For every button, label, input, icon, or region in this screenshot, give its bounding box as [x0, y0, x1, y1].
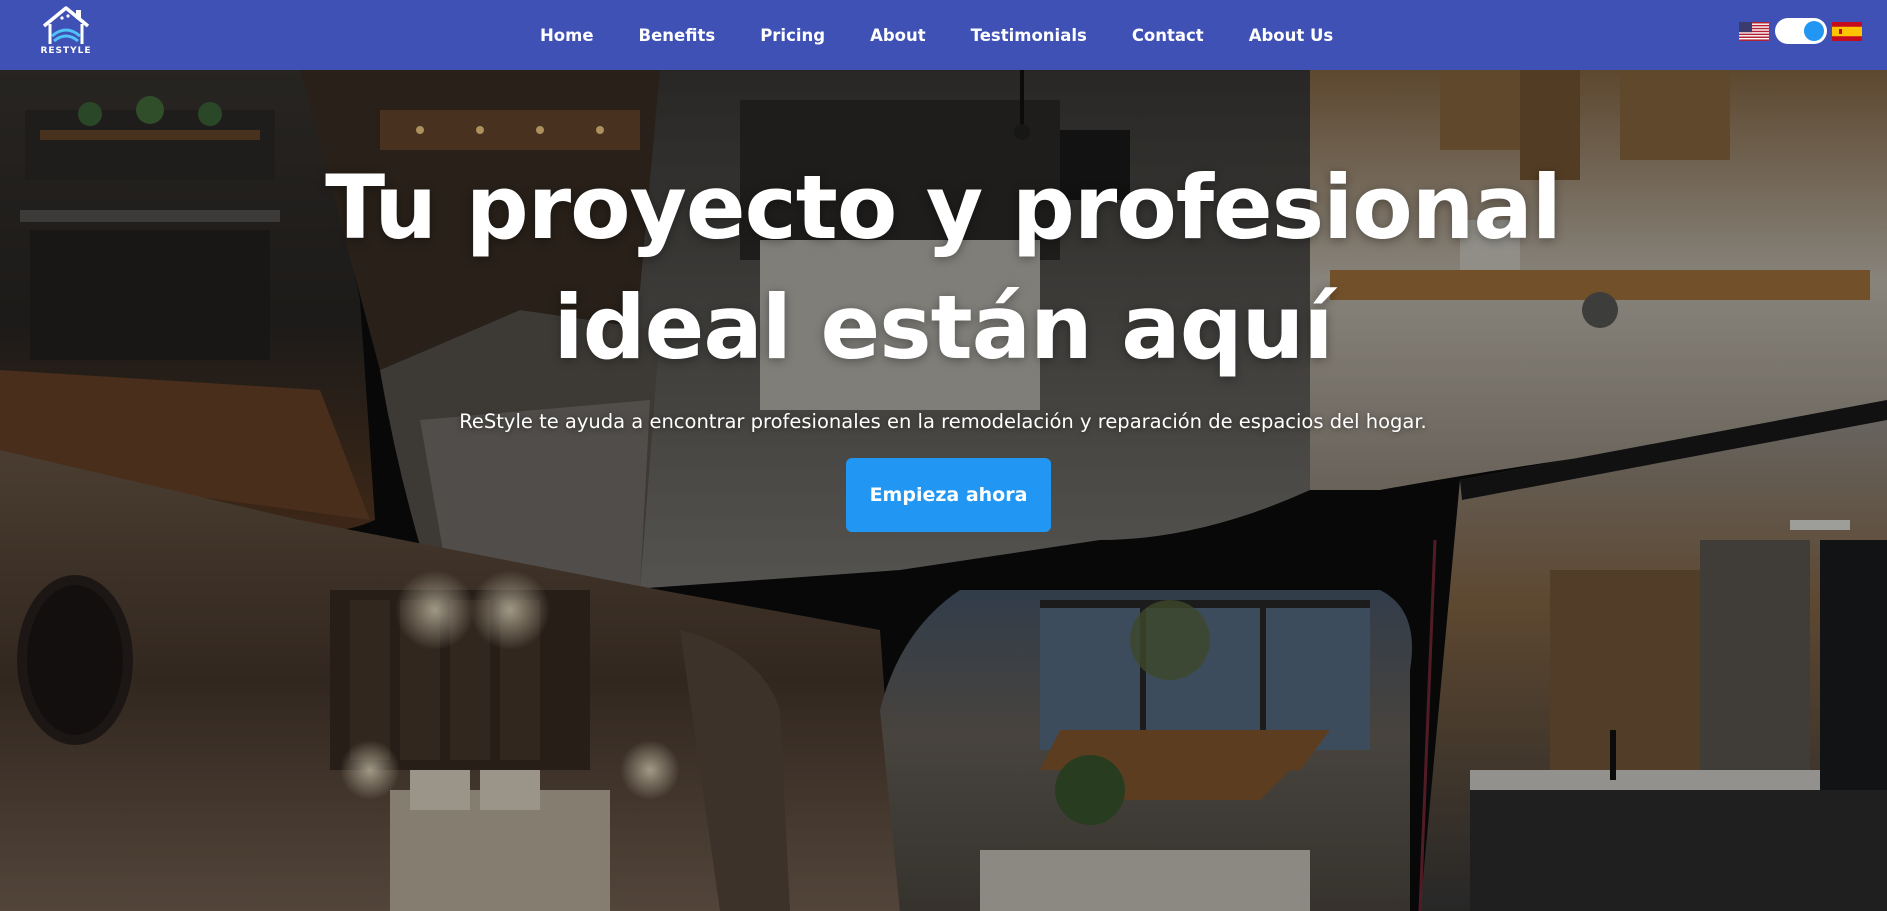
nav-link-about-us[interactable]: About Us [1249, 26, 1334, 45]
spain-flag-icon [1832, 21, 1862, 41]
toggle-knob [1804, 21, 1824, 41]
us-flag-icon [1739, 21, 1769, 41]
main-nav: Home Benefits Pricing About Testimonials… [540, 0, 1378, 70]
language-switcher [1739, 18, 1862, 44]
nav-link-pricing[interactable]: Pricing [760, 26, 825, 45]
nav-link-testimonials[interactable]: Testimonials [971, 26, 1087, 45]
hero-subtitle: ReStyle te ayuda a encontrar profesional… [459, 410, 1427, 433]
restyle-logo[interactable]: RESTYLE [38, 4, 94, 58]
hero-section: Tu proyecto y profesional ideal están aq… [0, 70, 1887, 911]
hero-title-line-2: ideal están aquí [553, 276, 1333, 379]
hero-title-line-1: Tu proyecto y profesional [325, 156, 1562, 259]
language-toggle[interactable] [1775, 18, 1827, 44]
start-now-button[interactable]: Empieza ahora [846, 458, 1051, 532]
nav-link-home[interactable]: Home [540, 26, 594, 45]
nav-link-about[interactable]: About [870, 26, 926, 45]
logo-wordmark: RESTYLE [40, 46, 92, 56]
nav-link-contact[interactable]: Contact [1132, 26, 1204, 45]
house-logo-icon [42, 6, 90, 44]
hero-title: Tu proyecto y profesional ideal están aq… [243, 148, 1643, 388]
nav-link-benefits[interactable]: Benefits [639, 26, 716, 45]
navbar: RESTYLE Home Benefits Pricing About Test… [0, 0, 1887, 70]
